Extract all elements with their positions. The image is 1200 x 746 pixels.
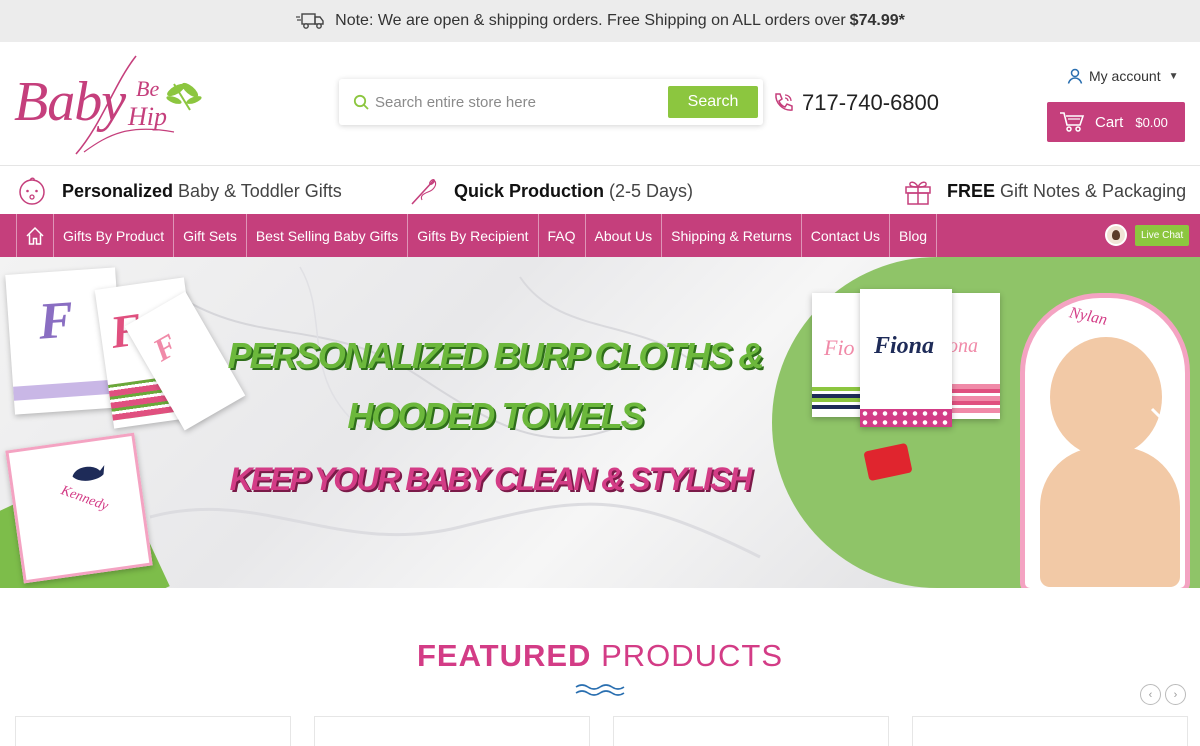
user-icon bbox=[1067, 68, 1083, 84]
benefit-personalized: Personalized Baby & Toddler Gifts bbox=[16, 176, 342, 206]
banner-headline-2: HOODED TOWELS bbox=[347, 395, 644, 436]
nav-gift-sets[interactable]: Gift Sets bbox=[174, 214, 247, 257]
chevron-down-icon: ▼ bbox=[1168, 70, 1179, 82]
baby-body bbox=[1040, 447, 1180, 587]
nav-blog[interactable]: Blog bbox=[890, 214, 938, 257]
gift-icon bbox=[905, 181, 931, 205]
benefit-free-gift-notes: FREE Gift Notes & Packaging bbox=[903, 176, 1186, 206]
burp-cloth-fiona: Fiona bbox=[860, 289, 952, 427]
burp-cloth-fio-right: ona bbox=[946, 293, 1000, 419]
notice-text: Note: We are open & shipping orders. Fre… bbox=[335, 12, 846, 29]
benefit-bold: Personalized bbox=[62, 180, 174, 201]
featured-title-light: PRODUCTS bbox=[601, 638, 784, 673]
carousel-next-button[interactable]: › bbox=[1165, 684, 1186, 705]
featured-title-bold: FEATURED bbox=[416, 638, 592, 673]
account-label: My account bbox=[1089, 68, 1161, 84]
live-chat-button[interactable]: Live Chat bbox=[1105, 224, 1190, 246]
benefit-text: Gift Notes & Packaging bbox=[1000, 180, 1187, 201]
benefit-quick-production: Quick Production (2-5 Days) bbox=[408, 176, 693, 206]
product-card[interactable] bbox=[15, 716, 291, 746]
nav-contact-us[interactable]: Contact Us bbox=[802, 214, 891, 257]
phone-text: 717-740-6800 bbox=[802, 90, 940, 115]
needle-icon bbox=[411, 179, 437, 205]
search-button[interactable]: Search bbox=[668, 86, 758, 118]
shipping-notice-bar: Note: We are open & shipping orders. Fre… bbox=[0, 0, 1200, 42]
nav-gifts-by-product[interactable]: Gifts By Product bbox=[54, 214, 175, 257]
hero-banner[interactable]: F F F Kennedy PERSONALIZED BURP CLOTHS &… bbox=[0, 257, 1200, 588]
nav-best-selling[interactable]: Best Selling Baby Gifts bbox=[247, 214, 409, 257]
logo-text-baby: Baby bbox=[14, 71, 126, 133]
phone-number[interactable]: 717-740-6800 bbox=[772, 90, 939, 116]
logo-text-be: Be bbox=[136, 76, 160, 101]
nav-faq[interactable]: FAQ bbox=[539, 214, 586, 257]
carousel-prev-button[interactable]: ‹ bbox=[1140, 684, 1161, 705]
nav-gifts-by-recipient[interactable]: Gifts By Recipient bbox=[408, 214, 539, 257]
monogram-letter: F bbox=[36, 291, 76, 351]
cart-total: $0.00 bbox=[1135, 114, 1168, 130]
agent-avatar bbox=[1105, 224, 1127, 246]
benefit-text: (2-5 Days) bbox=[609, 180, 694, 201]
wave-divider-icon bbox=[575, 684, 625, 696]
towel-name: ona bbox=[948, 335, 978, 357]
product-card[interactable] bbox=[912, 716, 1188, 746]
towel-name: Fio bbox=[824, 335, 855, 360]
banner-headline-3: KEEP YOUR BABY CLEAN & STYLISH bbox=[229, 461, 753, 497]
benefit-bold: FREE bbox=[947, 180, 996, 201]
benefit-bold: Quick Production bbox=[454, 180, 605, 201]
monogram-letter: F bbox=[146, 326, 184, 369]
chevron-left-icon: ‹ bbox=[1148, 688, 1153, 701]
live-chat-label: Live Chat bbox=[1135, 224, 1190, 246]
product-card[interactable] bbox=[613, 716, 889, 746]
dragonfly-icon bbox=[166, 82, 202, 111]
product-card[interactable] bbox=[314, 716, 590, 746]
cart-button[interactable]: Cart $0.00 bbox=[1047, 102, 1185, 142]
home-icon bbox=[26, 226, 44, 245]
chevron-right-icon: › bbox=[1173, 688, 1178, 701]
featured-products-title: FEATURED PRODUCTS bbox=[0, 638, 1200, 674]
hooded-towel-kennedy: Kennedy bbox=[5, 432, 153, 584]
banner-headline-1: PERSONALIZED BURP CLOTHS & bbox=[227, 335, 765, 376]
nav-home[interactable] bbox=[17, 214, 54, 257]
towel-name: Nylan bbox=[1067, 304, 1109, 329]
whale-icon bbox=[72, 465, 105, 481]
nav-shipping-returns[interactable]: Shipping & Returns bbox=[662, 214, 802, 257]
cart-label: Cart bbox=[1095, 113, 1124, 131]
search-input[interactable] bbox=[375, 87, 665, 117]
benefits-strip: Personalized Baby & Toddler Gifts Quick … bbox=[0, 165, 1200, 214]
search-box: Search bbox=[339, 79, 763, 125]
cart-icon bbox=[1060, 112, 1085, 132]
main-nav: Gifts By Product Gift Sets Best Selling … bbox=[0, 214, 1200, 257]
chevron-right-icon[interactable] bbox=[1148, 407, 1172, 443]
truck-icon bbox=[296, 13, 324, 29]
site-header: Baby Be Hip Search 717-740-6800 My accou… bbox=[0, 42, 1200, 165]
benefit-text: Baby & Toddler Gifts bbox=[178, 180, 342, 201]
baby-face bbox=[1050, 337, 1162, 457]
my-account-menu[interactable]: My account ▼ bbox=[1067, 68, 1179, 84]
site-logo[interactable]: Baby Be Hip bbox=[14, 54, 204, 158]
baby-face-icon bbox=[19, 177, 45, 205]
notice-amount: $74.99* bbox=[849, 12, 905, 29]
search-icon bbox=[353, 94, 369, 110]
phone-icon bbox=[775, 93, 793, 111]
towel-name: Fiona bbox=[874, 333, 935, 359]
logo-text-hip: Hip bbox=[128, 102, 167, 131]
nav-about-us[interactable]: About Us bbox=[586, 214, 663, 257]
towel-name: Kennedy bbox=[58, 483, 111, 515]
